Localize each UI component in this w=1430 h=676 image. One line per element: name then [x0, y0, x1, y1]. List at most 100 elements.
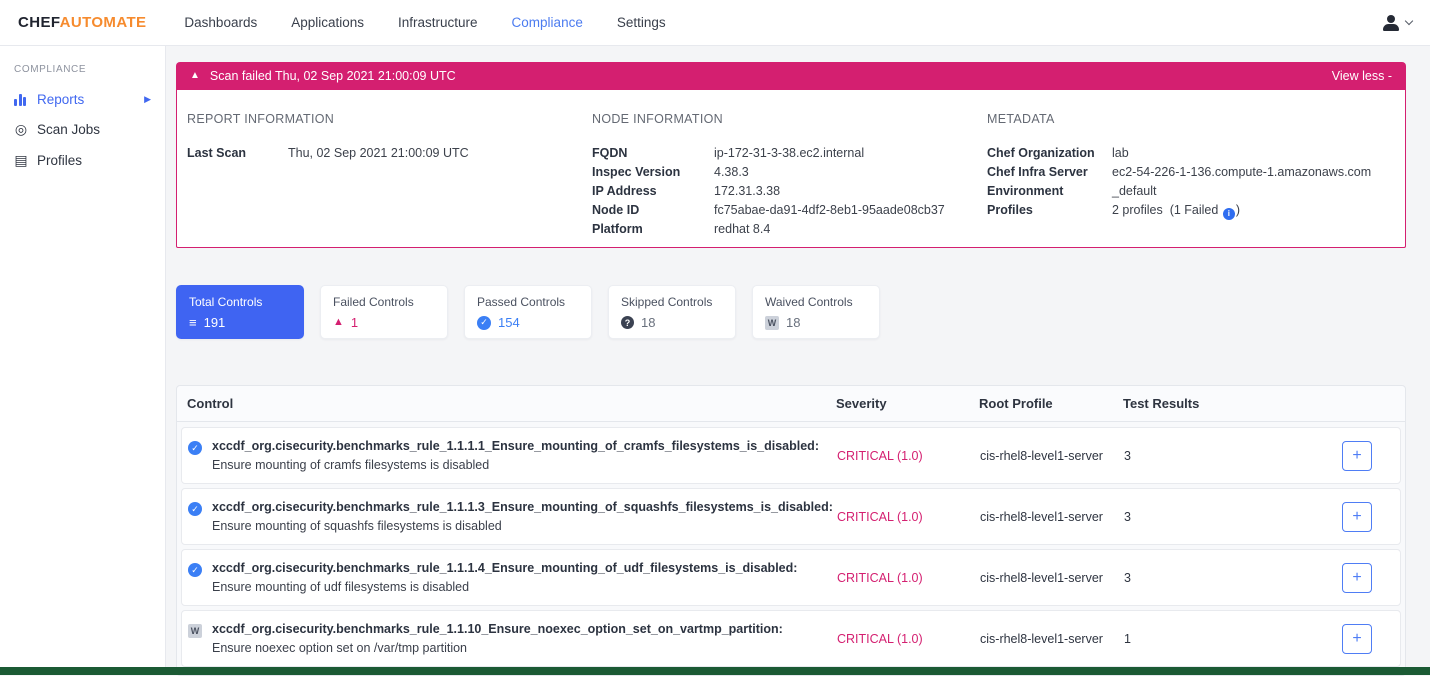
- field-label: FQDN: [592, 144, 714, 163]
- nav-applications[interactable]: Applications: [291, 15, 364, 30]
- field-label: Profiles: [987, 201, 1112, 220]
- field-value: ec2-54-226-1-136.compute-1.amazonaws.com: [1112, 163, 1371, 182]
- expand-row-button[interactable]: +: [1342, 624, 1372, 654]
- table-row: W xccdf_org.cisecurity.benchmarks_rule_1…: [181, 610, 1401, 667]
- nav-compliance[interactable]: Compliance: [512, 15, 583, 30]
- metadata-title: METADATA: [987, 112, 1395, 126]
- control-description: Ensure mounting of udf filesystems is di…: [212, 580, 797, 594]
- scan-failed-banner: ▲ Scan failed Thu, 02 Sep 2021 21:00:09 …: [176, 62, 1406, 90]
- bottom-edge-bar: [0, 667, 1430, 675]
- profiles-icon: ▤: [14, 152, 28, 169]
- root-profile-value: cis-rhel8-level1-server: [980, 449, 1124, 463]
- table-rows: ✓ xccdf_org.cisecurity.benchmarks_rule_1…: [177, 422, 1405, 675]
- node-information-column: NODE INFORMATION FQDNip-172-31-3-38.ec2.…: [592, 112, 987, 239]
- field-value: redhat 8.4: [714, 220, 770, 239]
- nav-dashboards[interactable]: Dashboards: [184, 15, 257, 30]
- alert-triangle-icon: ▲: [333, 317, 344, 328]
- radar-icon: ◎: [14, 121, 28, 138]
- waived-status-icon: W: [188, 624, 202, 638]
- metadata-column: METADATA Chef Organizationlab Chef Infra…: [987, 112, 1395, 239]
- card-value: 154: [498, 315, 520, 330]
- control-id: xccdf_org.cisecurity.benchmarks_rule_1.1…: [212, 622, 783, 636]
- control-stat-cards: Total Controls ≡ 191 Failed Controls ▲ 1 P…: [176, 285, 1406, 339]
- nav-settings[interactable]: Settings: [617, 15, 666, 30]
- control-id: xccdf_org.cisecurity.benchmarks_rule_1.1…: [212, 561, 797, 575]
- chef-automate-logo[interactable]: CHEFAUTOMATE: [18, 14, 146, 31]
- bar-chart-icon: [14, 94, 28, 106]
- severity-value: CRITICAL (1.0): [837, 449, 980, 463]
- sidebar-item-reports[interactable]: Reports ▶: [0, 85, 165, 114]
- passed-controls-card[interactable]: Passed Controls ✓154: [464, 285, 592, 339]
- field-value: lab: [1112, 144, 1129, 163]
- field-label: Chef Infra Server: [987, 163, 1112, 182]
- sidebar-item-label: Scan Jobs: [37, 122, 100, 137]
- view-less-link[interactable]: View less -: [1332, 69, 1392, 83]
- list-icon: ≡: [189, 316, 197, 329]
- expand-row-button[interactable]: +: [1342, 502, 1372, 532]
- sidebar-item-label: Profiles: [37, 153, 82, 168]
- compliance-sidebar: COMPLIANCE Reports ▶ ◎ Scan Jobs ▤ Profi…: [0, 46, 166, 675]
- sidebar-item-label: Reports: [37, 92, 84, 107]
- expand-row-button[interactable]: +: [1342, 563, 1372, 593]
- field-value: _default: [1112, 182, 1156, 201]
- card-label: Waived Controls: [765, 295, 867, 309]
- field-value: 4.38.3: [714, 163, 749, 182]
- control-description: Ensure mounting of squashfs filesystems …: [212, 519, 833, 533]
- card-label: Total Controls: [189, 295, 291, 309]
- table-row: ✓ xccdf_org.cisecurity.benchmarks_rule_1…: [181, 427, 1401, 484]
- nav-infrastructure[interactable]: Infrastructure: [398, 15, 478, 30]
- field-label: IP Address: [592, 182, 714, 201]
- root-profile-value: cis-rhel8-level1-server: [980, 632, 1124, 646]
- col-header-root-profile: Root Profile: [979, 396, 1123, 411]
- card-value: 18: [786, 315, 800, 330]
- sidebar-item-profiles[interactable]: ▤ Profiles: [0, 145, 165, 176]
- controls-table: Control Severity Root Profile Test Resul…: [176, 385, 1406, 676]
- logo-chef-text: CHEF: [18, 14, 60, 31]
- card-value: 18: [641, 315, 655, 330]
- card-value: 1: [351, 315, 358, 330]
- control-id: xccdf_org.cisecurity.benchmarks_rule_1.1…: [212, 500, 833, 514]
- waived-controls-card[interactable]: Waived Controls W 18: [752, 285, 880, 339]
- warning-triangle-icon: ▲: [190, 71, 200, 81]
- scan-failed-message: Scan failed Thu, 02 Sep 2021 21:00:09 UT…: [210, 69, 456, 83]
- severity-value: CRITICAL (1.0): [837, 510, 980, 524]
- profiles-failed-close: ): [1236, 203, 1240, 217]
- sidebar-item-scan-jobs[interactable]: ◎ Scan Jobs: [0, 114, 165, 145]
- user-profile-icon: [1382, 15, 1400, 31]
- report-information-title: REPORT INFORMATION: [187, 112, 592, 126]
- col-header-control: Control: [187, 396, 836, 411]
- main-content: ▲ Scan failed Thu, 02 Sep 2021 21:00:09 …: [166, 46, 1430, 675]
- top-navigation-bar: CHEFAUTOMATE Dashboards Applications Inf…: [0, 0, 1430, 46]
- info-icon[interactable]: i: [1223, 208, 1235, 220]
- question-circle-icon: ?: [621, 316, 634, 329]
- table-row: ✓ xccdf_org.cisecurity.benchmarks_rule_1…: [181, 488, 1401, 545]
- card-value: 191: [204, 315, 226, 330]
- control-description: Ensure noexec option set on /var/tmp par…: [212, 641, 783, 655]
- expand-row-button[interactable]: +: [1342, 441, 1372, 471]
- waived-badge-icon: W: [765, 316, 779, 330]
- field-value: fc75abae-da91-4df2-8eb1-95aade08cb37: [714, 201, 945, 220]
- field-label: Node ID: [592, 201, 714, 220]
- card-label: Passed Controls: [477, 295, 579, 309]
- user-menu[interactable]: [1382, 15, 1412, 31]
- test-results-value: 3: [1124, 510, 1342, 524]
- profiles-failed-note: (1 Failed: [1170, 203, 1219, 217]
- card-label: Failed Controls: [333, 295, 435, 309]
- node-information-title: NODE INFORMATION: [592, 112, 987, 126]
- field-value: Thu, 02 Sep 2021 21:00:09 UTC: [288, 144, 469, 163]
- test-results-value: 3: [1124, 449, 1342, 463]
- skipped-controls-card[interactable]: Skipped Controls ? 18: [608, 285, 736, 339]
- root-profile-value: cis-rhel8-level1-server: [980, 510, 1124, 524]
- field-label: Inspec Version: [592, 163, 714, 182]
- report-information-column: REPORT INFORMATION Last Scan Thu, 02 Sep…: [187, 112, 592, 239]
- severity-value: CRITICAL (1.0): [837, 571, 980, 585]
- total-controls-card[interactable]: Total Controls ≡ 191: [176, 285, 304, 339]
- report-info-panel: REPORT INFORMATION Last Scan Thu, 02 Sep…: [176, 90, 1406, 248]
- test-results-value: 1: [1124, 632, 1342, 646]
- card-label: Skipped Controls: [621, 295, 723, 309]
- profiles-value: 2 profiles (1 Failed i): [1112, 201, 1240, 220]
- field-value: ip-172-31-3-38.ec2.internal: [714, 144, 864, 163]
- test-results-value: 3: [1124, 571, 1342, 585]
- failed-controls-card[interactable]: Failed Controls ▲ 1: [320, 285, 448, 339]
- severity-value: CRITICAL (1.0): [837, 632, 980, 646]
